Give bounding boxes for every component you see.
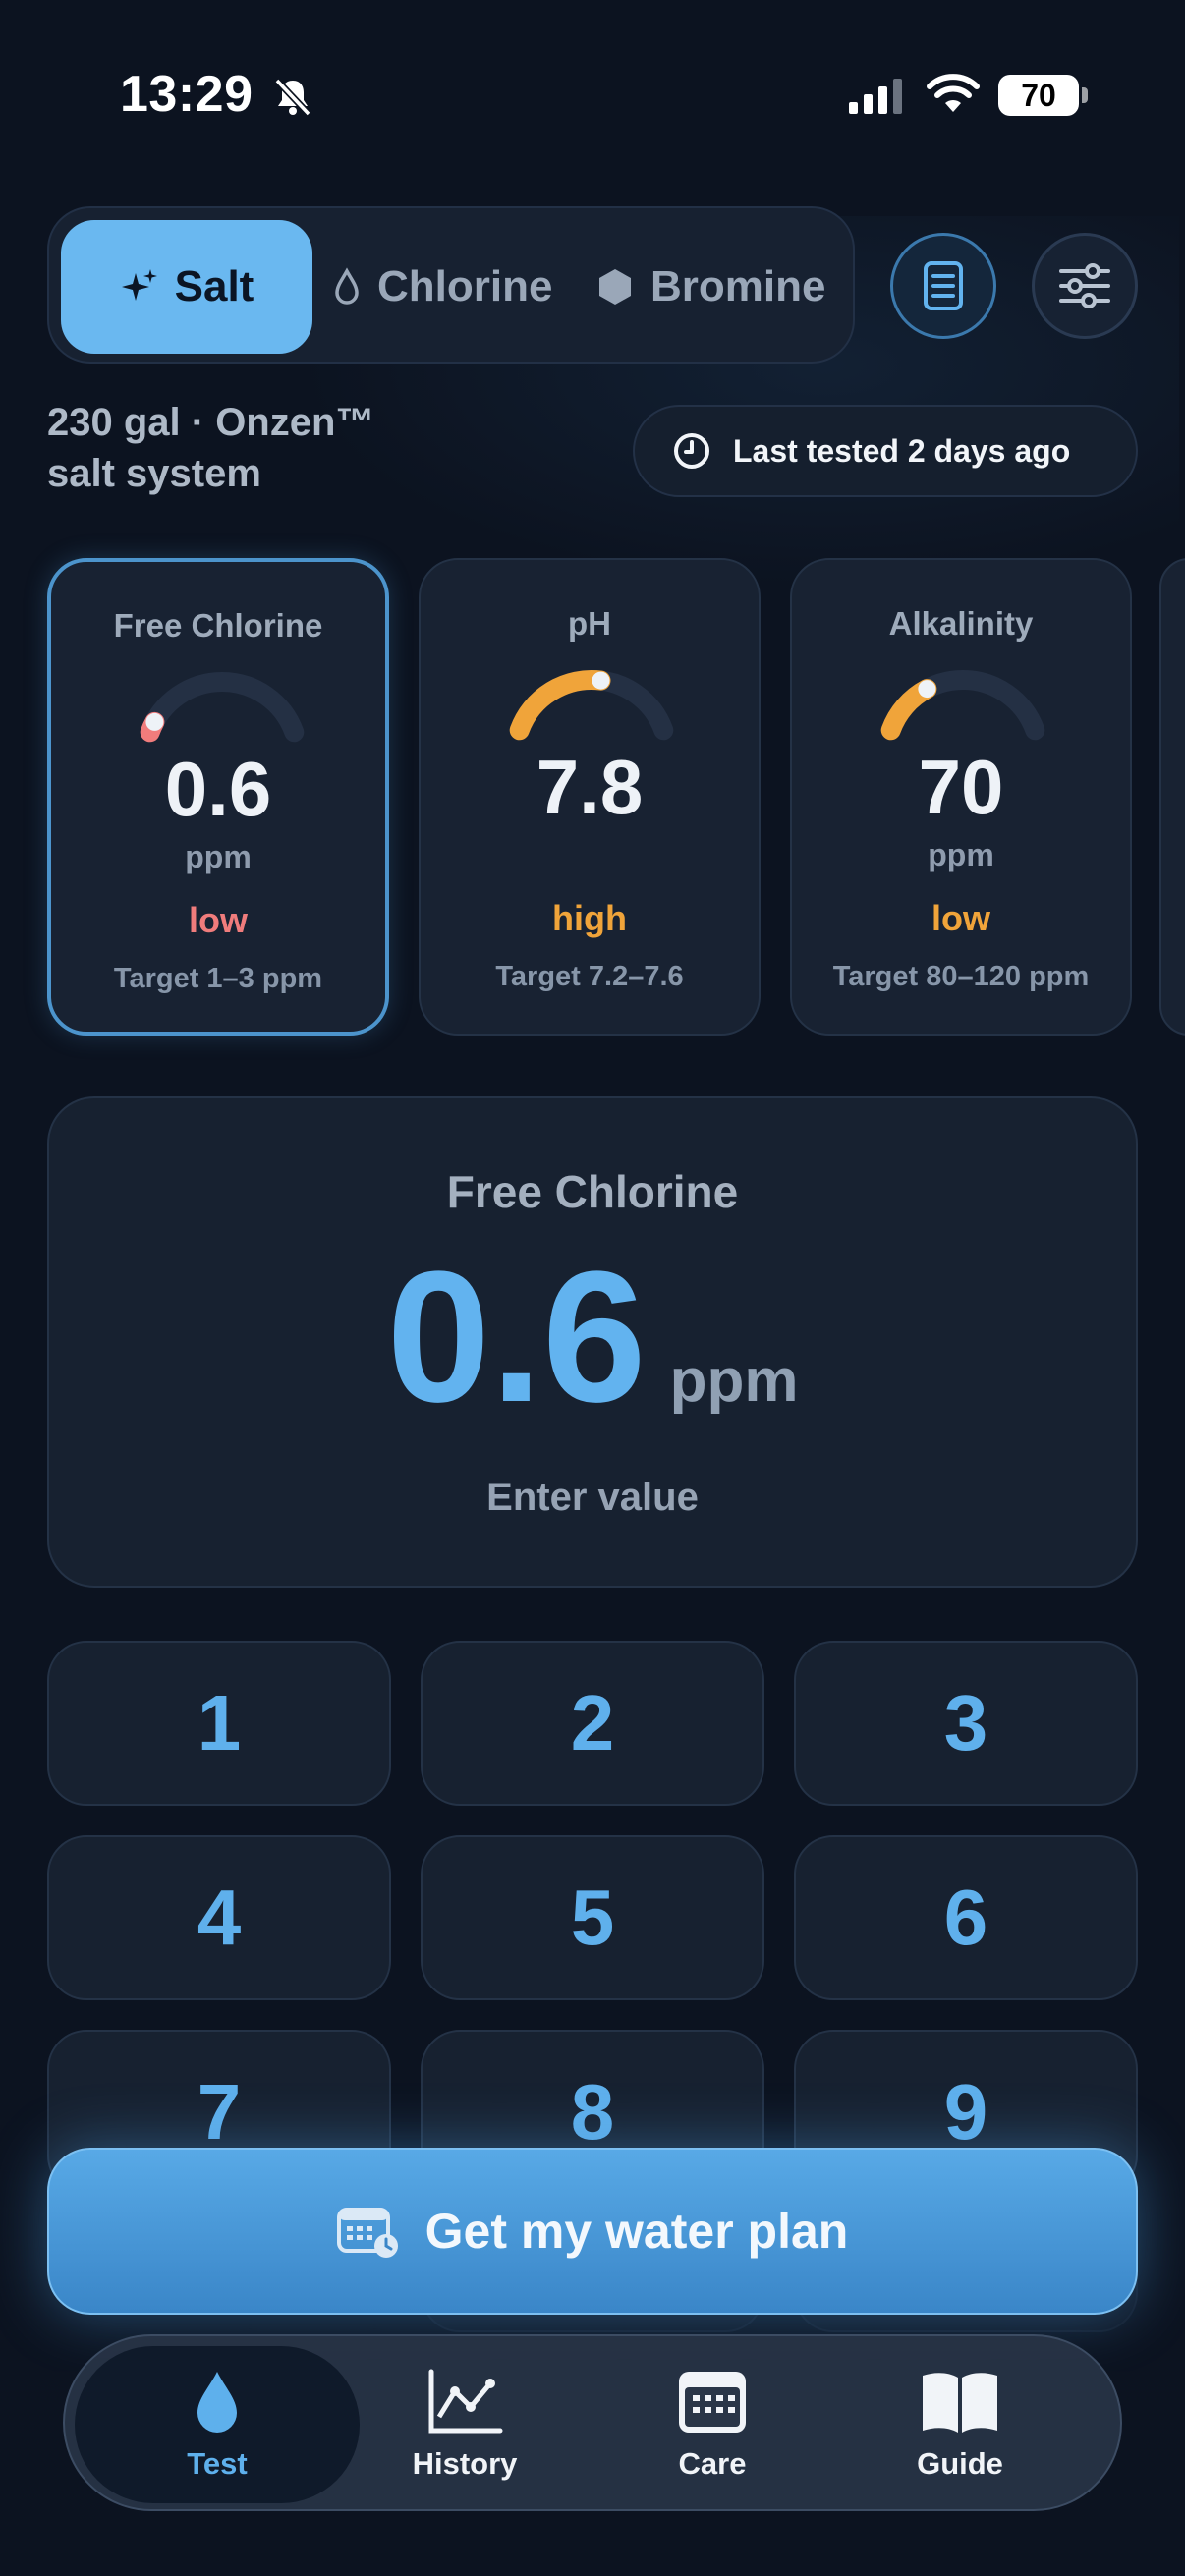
- metric-title: Free Chlorine: [113, 607, 323, 644]
- bell-slash-icon: [274, 78, 311, 117]
- pool-system: salt system: [47, 452, 261, 495]
- sparkles-icon: [121, 269, 157, 301]
- metric-value: 7.8: [536, 744, 644, 830]
- calendar-icon: [679, 2372, 746, 2433]
- metric-card-next[interactable]: [1159, 558, 1185, 1036]
- metric-status: low: [931, 898, 990, 938]
- drop-icon: [198, 2372, 237, 2433]
- metric-unit: ppm: [185, 839, 252, 874]
- tab-label: History: [412, 2446, 518, 2481]
- log-book-button[interactable]: [890, 233, 996, 339]
- tab-care[interactable]: Care: [570, 2346, 855, 2503]
- keypad-key-5[interactable]: 5: [421, 1835, 764, 2000]
- metric-card-ph[interactable]: pH 7.8 high Target 7.2–7.6: [419, 558, 761, 1036]
- metric-value: 70: [918, 744, 1004, 830]
- mode-option-bromine[interactable]: Bromine: [595, 220, 825, 354]
- chart-line-icon: [428, 2369, 503, 2434]
- tab-history[interactable]: History: [322, 2346, 607, 2503]
- get-water-plan-button[interactable]: Get my water plan: [47, 2148, 1138, 2315]
- metric-title: Alkalinity: [888, 605, 1034, 642]
- cellular-signal-icon: [849, 79, 902, 114]
- battery-indicator: 70: [998, 75, 1088, 116]
- mode-option-label: Salt: [174, 262, 254, 310]
- value-entry-panel: Free Chlorine 0.6 ppm Enter value: [47, 1096, 1138, 1588]
- keypad-key-4[interactable]: 4: [47, 1835, 391, 2000]
- status-time: 13:29: [120, 66, 254, 123]
- tab-label: Test: [187, 2446, 248, 2481]
- keypad-key-1[interactable]: 1: [47, 1641, 391, 1806]
- mode-selector: Salt Chlorine Bromine: [47, 206, 855, 364]
- pool-info: 230 gal · Onzen™ salt system: [47, 397, 374, 499]
- metric-card-alkalinity[interactable]: Alkalinity 70 ppm low Target 80–120 ppm: [790, 558, 1132, 1036]
- clock-icon: [674, 433, 709, 469]
- status-bar: 13:29 70: [0, 0, 1185, 196]
- notebook-icon: [924, 261, 963, 310]
- value-entry-title: Free Chlorine: [446, 1166, 739, 1217]
- last-tested-label: Last tested 2 days ago: [733, 432, 1071, 469]
- tab-test[interactable]: Test: [75, 2346, 360, 2503]
- metric-unit: ppm: [928, 837, 994, 872]
- keypad-key-6[interactable]: 6: [794, 1835, 1138, 2000]
- sliders-icon: [1059, 263, 1110, 308]
- metric-target: Target 80–120 ppm: [832, 961, 1090, 992]
- pool-volume: 230 gal · Onzen™: [47, 401, 375, 444]
- metric-target: Target 7.2–7.6: [495, 961, 684, 992]
- mode-option-chlorine[interactable]: Chlorine: [332, 220, 552, 354]
- get-water-plan-label: Get my water plan: [424, 2204, 849, 2259]
- value-entry-display: 0.6 ppm: [49, 1244, 1136, 1430]
- tab-label: Guide: [917, 2446, 1003, 2481]
- settings-button[interactable]: [1032, 233, 1138, 339]
- keypad-key-3[interactable]: 3: [794, 1641, 1138, 1806]
- value-entry-hint: Enter value: [486, 1476, 699, 1519]
- metric-value: 0.6: [164, 746, 272, 832]
- hexagon-icon: [599, 269, 631, 305]
- value-entry-unit: ppm: [669, 1347, 799, 1415]
- tab-guide[interactable]: Guide: [818, 2346, 1102, 2503]
- drop-outline-icon: [335, 267, 359, 305]
- tab-label: Care: [678, 2446, 747, 2481]
- mode-option-label: Chlorine: [377, 262, 553, 310]
- metric-target: Target 1–3 ppm: [113, 963, 323, 994]
- metric-title: pH: [568, 605, 611, 642]
- bottom-tab-bar: Test History Care Guide: [63, 2334, 1122, 2511]
- metric-status: high: [552, 898, 627, 938]
- calendar-clock-icon: [336, 2208, 398, 2258]
- mode-option-label: Bromine: [650, 262, 826, 310]
- metric-status: low: [189, 900, 248, 940]
- mode-option-salt[interactable]: Salt: [61, 220, 312, 354]
- last-tested-badge[interactable]: Last tested 2 days ago: [633, 405, 1138, 497]
- wifi-icon: [927, 74, 980, 112]
- metric-card-free-chlorine[interactable]: Free Chlorine 0.6 ppm low Target 1–3 ppm: [47, 558, 389, 1036]
- book-icon: [923, 2373, 997, 2433]
- keypad-key-2[interactable]: 2: [421, 1641, 764, 1806]
- value-entry-value: 0.6: [386, 1233, 647, 1441]
